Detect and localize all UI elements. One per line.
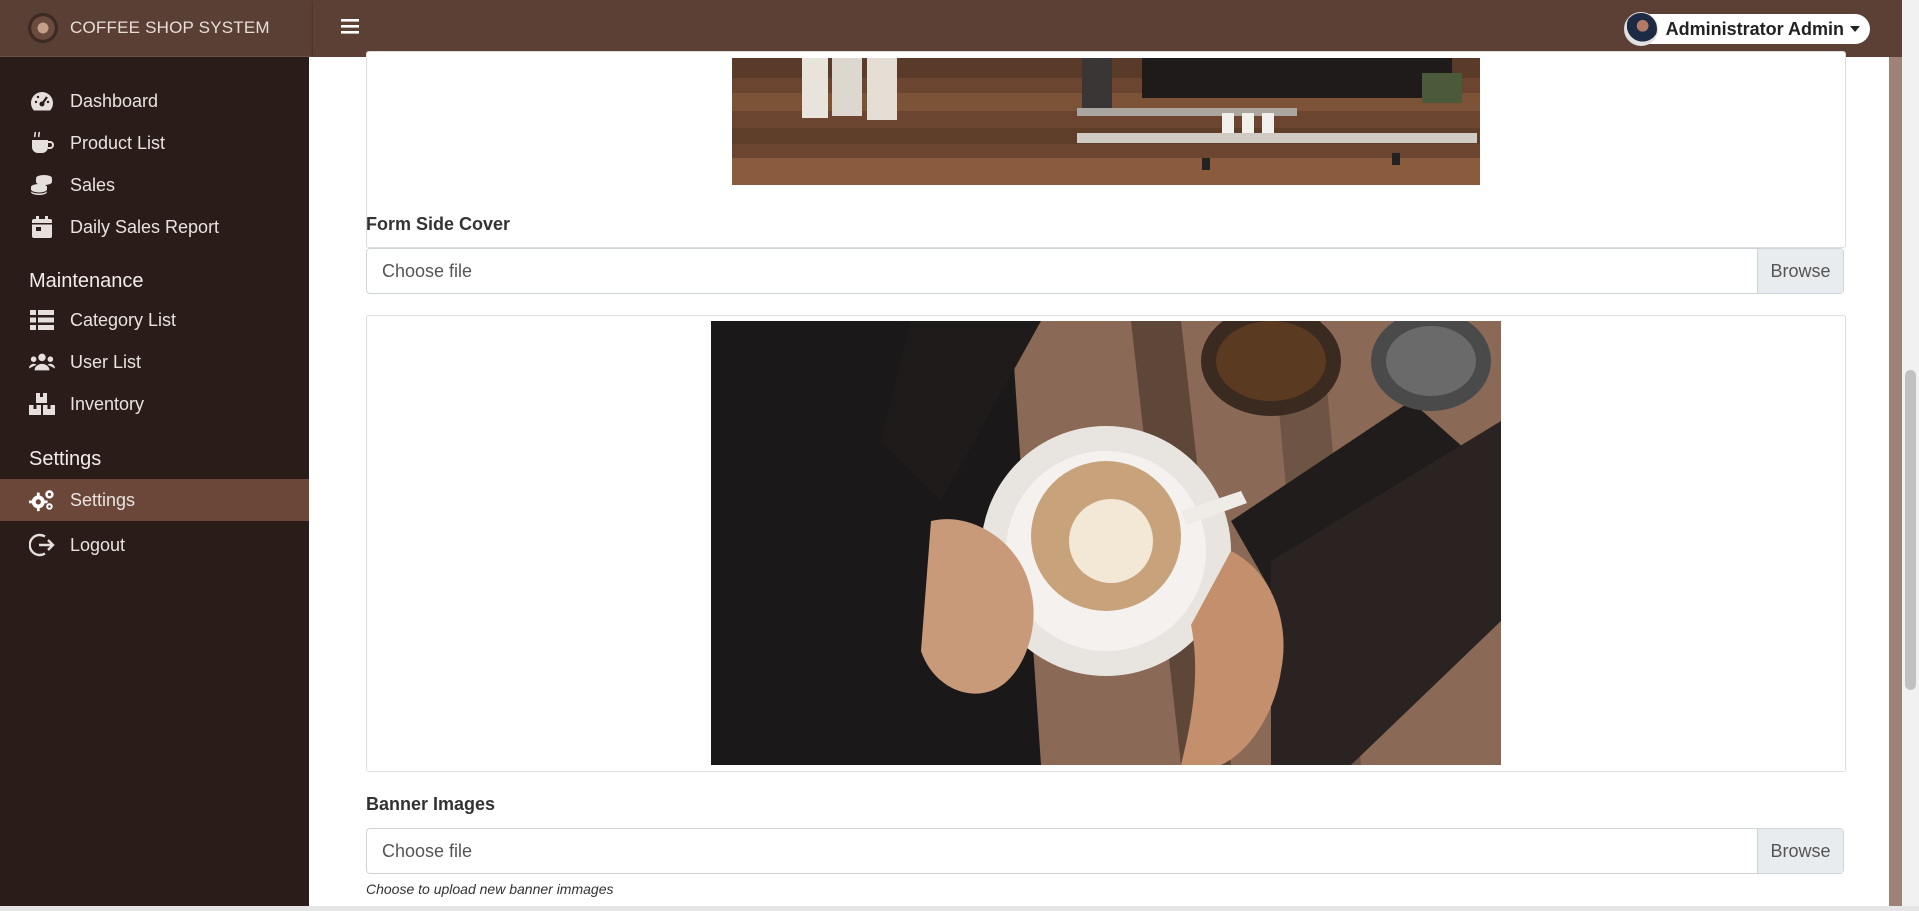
sidebar-item-label: Settings — [70, 489, 136, 510]
coffee-cup-image — [711, 321, 1501, 765]
sidebar-item-daily-sales-report[interactable]: Daily Sales Report — [0, 206, 313, 248]
sidebar-item-label: Inventory — [70, 393, 145, 414]
sidebar-item-label: User List — [70, 351, 142, 372]
banner-images-file-input[interactable]: Choose file Browse — [366, 828, 1844, 874]
sidebar-item-logout[interactable]: Logout — [0, 524, 313, 566]
brand[interactable]: COFFEE SHOP SYSTEM — [0, 0, 313, 57]
coins-icon — [29, 172, 55, 198]
users-icon — [29, 349, 55, 375]
sidebar-item-settings[interactable]: Settings — [0, 479, 313, 521]
sidebar-item-user-list[interactable]: User List — [0, 341, 313, 383]
topbar: Administrator Admin — [313, 0, 1902, 57]
settings-card: Form Side Cover Choose file Browse Banne… — [309, 51, 1889, 911]
boxes-icon — [29, 391, 55, 417]
sidebar-item-inventory[interactable]: Inventory — [0, 383, 313, 425]
form-side-cover-file-input[interactable]: Choose file Browse — [366, 248, 1844, 294]
sidebar-item-label: Daily Sales Report — [70, 216, 220, 237]
browse-button[interactable]: Browse — [1757, 829, 1843, 873]
banner-images-hint: Choose to upload new banner immages — [366, 881, 614, 897]
sidebar-item-label: Sales — [70, 174, 116, 195]
list-icon — [29, 307, 55, 333]
sidebar-item-dashboard[interactable]: Dashboard — [0, 80, 313, 122]
file-placeholder: Choose file — [382, 841, 473, 861]
scrollbar-thumb[interactable] — [1905, 370, 1916, 690]
vertical-scrollbar[interactable] — [1902, 0, 1919, 911]
form-side-cover-label: Form Side Cover — [366, 214, 511, 234]
maintenance-header: Maintenance — [29, 270, 144, 292]
chevron-down-icon — [1850, 26, 1860, 32]
user-name: Administrator Admin — [1665, 18, 1844, 39]
hamburger-menu-icon[interactable] — [341, 18, 363, 38]
coffee-icon — [29, 130, 55, 156]
browse-button[interactable]: Browse — [1757, 249, 1843, 293]
sidebar-item-label: Dashboard — [70, 90, 159, 111]
sidebar-item-product-list[interactable]: Product List — [0, 122, 313, 164]
brand-logo — [28, 13, 58, 43]
sidebar-item-label: Category List — [70, 309, 177, 330]
main-content: Form Side Cover Choose file Browse Banne… — [309, 51, 1902, 911]
previous-image-preview — [366, 51, 1846, 248]
sidebar-item-category-list[interactable]: Category List — [0, 299, 313, 341]
banner-images-label: Banner Images — [366, 794, 496, 814]
sidebar-item-label: Product List — [70, 132, 166, 153]
file-placeholder: Choose file — [382, 261, 473, 281]
settings-header: Settings — [29, 448, 102, 470]
tachometer-icon — [29, 88, 55, 114]
form-side-cover-preview — [366, 315, 1846, 772]
brand-title: COFFEE SHOP SYSTEM — [70, 18, 270, 37]
logout-icon — [29, 532, 55, 558]
avatar — [1623, 12, 1658, 46]
gears-icon — [29, 487, 55, 513]
user-menu[interactable]: Administrator Admin — [1623, 12, 1870, 46]
sidebar-item-label: Logout — [70, 534, 126, 555]
calendar-icon — [29, 214, 55, 240]
sidebar: COFFEE SHOP SYSTEM Dashboard Product Lis… — [0, 0, 313, 911]
sidebar-item-sales[interactable]: Sales — [0, 164, 313, 206]
coffee-shop-interior-image — [732, 58, 1480, 185]
horizontal-scrollbar[interactable] — [0, 906, 1919, 911]
